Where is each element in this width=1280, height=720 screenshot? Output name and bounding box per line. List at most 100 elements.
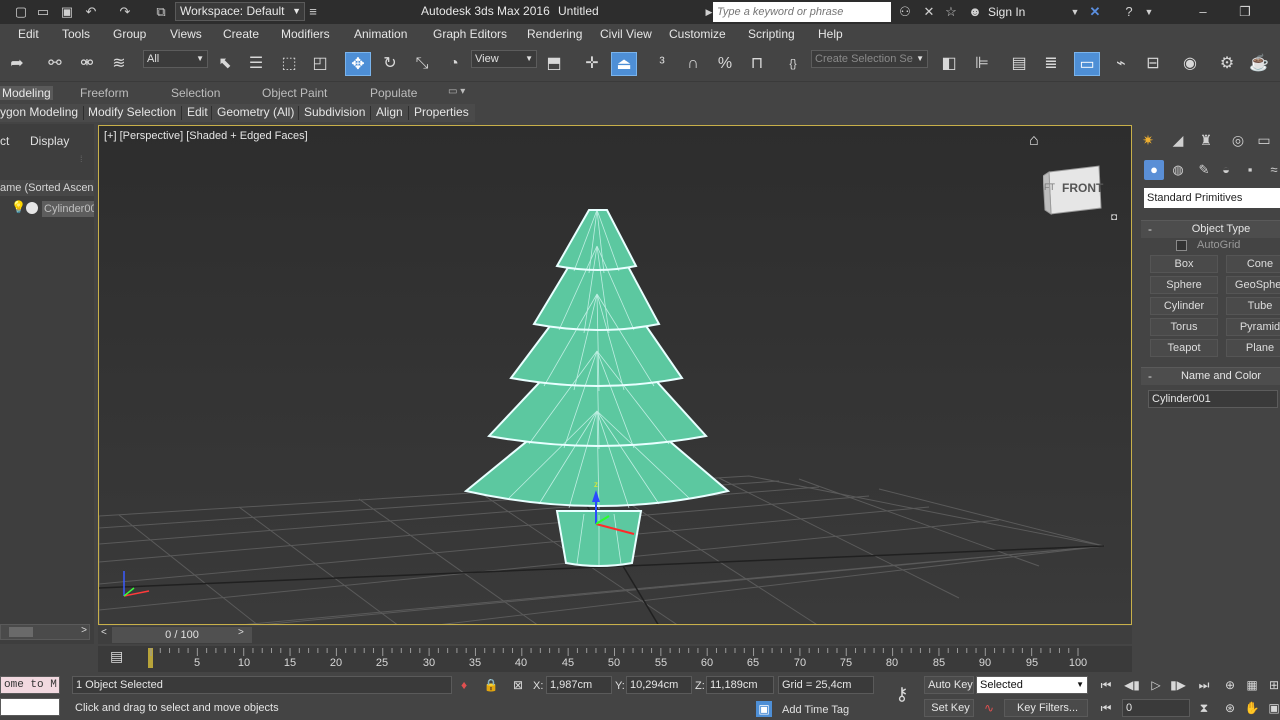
bind-space-warp-icon[interactable]: ≋ — [106, 52, 132, 76]
unlink-icon[interactable]: ⚮ — [74, 52, 100, 76]
viewcube-side-label[interactable]: FT — [1044, 182, 1055, 192]
viewport-label[interactable]: [+] [Perspective] [Shaded + Edged Faces] — [104, 130, 308, 142]
exchange-icon[interactable]: ✕ — [1086, 3, 1104, 21]
go-to-start-icon[interactable]: ⏮ — [1098, 677, 1114, 693]
set-key-button[interactable]: Set Key — [924, 699, 974, 717]
plane-button[interactable]: Plane — [1226, 339, 1280, 357]
redo-icon[interactable]: ↷ — [116, 3, 134, 21]
tab-object-paint[interactable]: Object Paint — [262, 86, 327, 100]
hierarchy-tab-icon[interactable]: ♜ — [1194, 129, 1218, 151]
menu-rendering[interactable]: Rendering — [527, 27, 582, 41]
viewcube-menu-icon[interactable]: ◘ — [1111, 212, 1117, 223]
align-icon[interactable]: ⊫ — [969, 52, 995, 76]
light-bulb-icon[interactable]: 💡 — [11, 200, 26, 214]
menu-customize[interactable]: Customize — [669, 27, 726, 41]
chevron-right-icon[interactable]: > — [81, 625, 87, 636]
percent-snap-icon[interactable]: % — [712, 52, 738, 76]
scrollbar-thumb[interactable] — [9, 627, 33, 637]
tab-freeform[interactable]: Freeform — [80, 86, 129, 100]
panel-modify-selection[interactable]: Modify Selection — [88, 105, 176, 119]
chevron-down-icon[interactable]: ▼ — [1066, 3, 1084, 21]
render-frame-icon[interactable]: ☕ — [1246, 52, 1272, 76]
edit-named-selection-icon[interactable]: {} — [780, 52, 806, 76]
sphere-button[interactable]: Sphere — [1150, 276, 1218, 294]
search-input[interactable] — [713, 2, 891, 22]
explorer-column-header[interactable]: ame (Sorted Ascen — [0, 180, 94, 196]
menu-graph-editors[interactable]: Graph Editors — [433, 27, 507, 41]
explorer-item-row[interactable]: 💡 Cylinder00 — [0, 200, 94, 218]
select-and-scale-icon[interactable]: ⤡ — [409, 52, 435, 76]
reference-coordinate-dropdown[interactable]: View ▼ — [471, 50, 537, 68]
ribbon-options-icon[interactable]: ▭ ▾ — [448, 86, 465, 97]
maximize-viewport-icon[interactable]: ▣ — [1266, 700, 1280, 716]
chevron-right-icon[interactable]: > — [238, 627, 244, 638]
layer-explorer-icon[interactable]: ≣ — [1038, 52, 1064, 76]
primitive-type-dropdown[interactable]: Standard Primitives — [1144, 188, 1280, 208]
resize-grip-icon[interactable]: ⁞ — [80, 154, 83, 164]
angle-snap-icon[interactable]: ∩ — [680, 52, 706, 76]
rectangular-selection-icon[interactable]: ⬚ — [276, 52, 302, 76]
select-and-move-icon[interactable]: ✥ — [345, 52, 371, 76]
cameras-icon[interactable]: ◒ — [1216, 160, 1236, 180]
save-icon[interactable]: ▣ — [58, 3, 76, 21]
z-coordinate-field[interactable]: 11,189cm — [706, 676, 774, 694]
maxscript-input[interactable] — [0, 698, 60, 716]
binoculars-icon[interactable]: ⚇ — [896, 3, 914, 21]
select-manipulate-icon[interactable]: ✛ — [579, 52, 605, 76]
viewcube-front-label[interactable]: FRONT — [1062, 181, 1103, 195]
schematic-view-icon[interactable]: ⊟ — [1140, 52, 1166, 76]
tab-populate[interactable]: Populate — [370, 86, 417, 100]
selection-filter-dropdown[interactable]: All ▼ — [143, 50, 208, 68]
helpers-icon[interactable]: ▪ — [1240, 160, 1260, 180]
spinner-snap-icon[interactable]: ⊓ — [744, 52, 770, 76]
go-to-end-icon[interactable]: ⏭ — [1196, 677, 1212, 693]
time-config-icon[interactable]: ⧗ — [1196, 700, 1212, 716]
menu-scripting[interactable]: Scripting — [748, 27, 795, 41]
home-icon[interactable]: ⌂ — [1029, 132, 1039, 150]
explorer-tab-display[interactable]: Display — [30, 134, 69, 148]
help-icon[interactable]: ? — [1120, 3, 1138, 21]
cylinder-button[interactable]: Cylinder — [1150, 297, 1218, 315]
geometry-icon[interactable]: ● — [1144, 160, 1164, 180]
create-tab-icon[interactable]: ✷ — [1136, 129, 1160, 151]
keyboard-shortcut-override-icon[interactable]: ⏏ — [611, 52, 637, 76]
workspace-dropdown[interactable]: Workspace: Default ▼ — [175, 2, 305, 21]
y-coordinate-field[interactable]: 10,294cm — [626, 676, 692, 694]
menu-animation[interactable]: Animation — [354, 27, 407, 41]
tab-selection[interactable]: Selection — [171, 86, 220, 100]
lights-icon[interactable]: ✎ — [1194, 160, 1214, 180]
next-frame-icon[interactable]: ▮▶ — [1170, 677, 1186, 693]
display-tab-icon[interactable]: ▭ — [1252, 129, 1276, 151]
viewcube[interactable]: FRONT FT — [1042, 162, 1103, 216]
isolate-icon[interactable]: ♦ — [456, 677, 472, 693]
project-folder-icon[interactable]: ⧉ — [152, 3, 170, 21]
previous-frame-icon[interactable]: ◀▮ — [1124, 677, 1140, 693]
geosphere-button[interactable]: GeoSpher — [1226, 276, 1280, 294]
auto-key-button[interactable]: Auto Key — [924, 676, 974, 694]
object-type-rollout[interactable]: - Object Type — [1141, 220, 1280, 238]
explorer-tab-select[interactable]: ct — [0, 134, 9, 148]
field-of-view-icon[interactable]: ✋ — [1244, 700, 1260, 716]
box-button[interactable]: Box — [1150, 255, 1218, 273]
teapot-button[interactable]: Teapot — [1150, 339, 1218, 357]
menu-tools[interactable]: Tools — [62, 27, 90, 41]
curve-editor-icon[interactable]: ⌁ — [1108, 52, 1134, 76]
key-curve-icon[interactable]: ∿ — [980, 700, 998, 716]
panel-polygon-modeling[interactable]: ygon Modeling — [0, 105, 78, 119]
autogrid-checkbox[interactable] — [1176, 240, 1187, 251]
pivot-center-icon[interactable]: ⬒ — [541, 52, 567, 76]
panel-edit[interactable]: Edit — [187, 105, 208, 119]
menu-help[interactable]: Help — [818, 27, 843, 41]
select-object-icon[interactable]: ⬉ — [212, 52, 238, 76]
restore-icon[interactable]: ❐ — [1236, 3, 1254, 21]
time-tag-icon[interactable]: ▣ — [756, 701, 772, 717]
panel-geometry[interactable]: Geometry (All) — [217, 105, 294, 119]
tree-tier-1[interactable] — [555, 209, 638, 271]
key-mode-toggle-icon[interactable]: ⏮ — [1098, 700, 1114, 716]
current-frame-field[interactable]: 0 — [1122, 699, 1190, 717]
cone-button[interactable]: Cone — [1226, 255, 1280, 273]
user-icon[interactable]: ☻ — [966, 3, 984, 21]
menu-group[interactable]: Group — [113, 27, 146, 41]
select-by-name-icon[interactable]: ☰ — [243, 52, 269, 76]
star-icon[interactable]: ☆ — [942, 3, 960, 21]
